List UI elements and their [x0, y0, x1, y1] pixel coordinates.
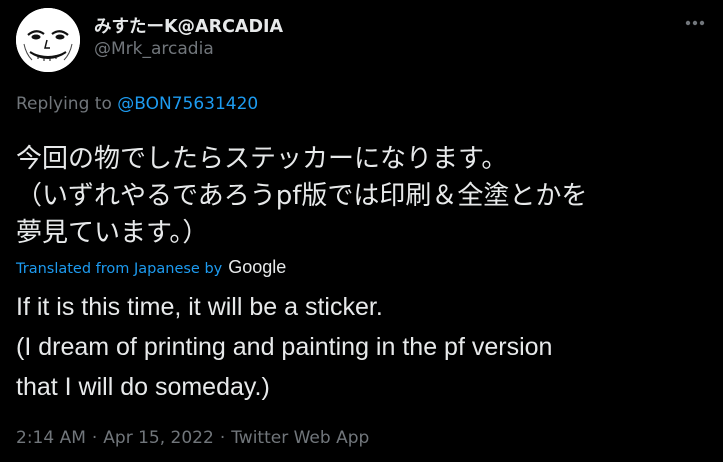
replying-to: Replying to @BON75631420 [16, 94, 258, 114]
google-logo-text: Google [228, 257, 287, 277]
author-display-name[interactable]: みすたーK@ARCADIA [94, 13, 283, 38]
author-handle[interactable]: @Mrk_arcadia [94, 39, 214, 59]
tweet-translation-text: If it is this time, it will be a sticker… [16, 293, 553, 401]
reply-mention-link[interactable]: @BON75631420 [117, 94, 258, 114]
tweet: みすたーK@ARCADIA @Mrk_arcadia Replying to @… [0, 0, 723, 462]
more-horizontal-icon [685, 20, 705, 26]
tweet-meta: 2:14 AM · Apr 15, 2022 · Twitter Web App [16, 428, 369, 448]
more-options-button[interactable] [680, 10, 710, 36]
meta-separator: · [219, 428, 226, 448]
avatar[interactable] [16, 8, 80, 72]
meta-separator: · [91, 428, 98, 448]
translated-from-label: Translated from Japanese by [16, 261, 223, 277]
tweet-original-text: 今回の物でしたらステッカーになります。 （いずれやるであろうpf版では印刷＆全塗… [16, 144, 588, 248]
avatar-face-drawing [16, 8, 80, 72]
tweet-source-app[interactable]: Twitter Web App [231, 428, 369, 448]
translation-attribution[interactable]: Translated from Japanese by Google [16, 257, 286, 278]
replying-to-label: Replying to [16, 94, 112, 114]
tweet-date[interactable]: Apr 15, 2022 [103, 428, 214, 448]
tweet-time[interactable]: 2:14 AM [16, 428, 86, 448]
